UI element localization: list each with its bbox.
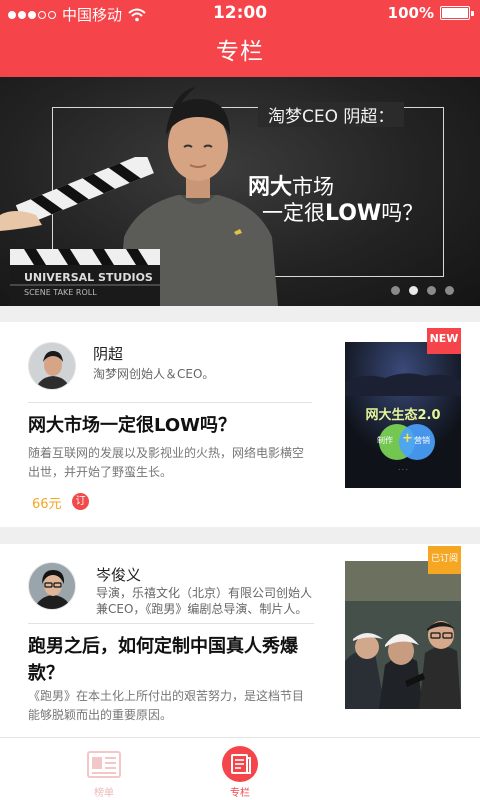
article-description: 随着互联网的发展以及影视业的火热，网络电影横空出世，并开始了野蛮生长。: [28, 446, 305, 479]
carousel-dot-active[interactable]: [409, 286, 418, 295]
author-name[interactable]: 岑俊义: [96, 564, 141, 585]
banner-overline: 淘梦CEO 阴超：: [258, 102, 405, 127]
divider: [28, 623, 314, 624]
carousel-dot[interactable]: [445, 286, 454, 295]
author-role: 导演，乐禧文化（北京）有限公司创始人兼CEO，《跑男》编剧总导演、制片人。: [96, 586, 313, 616]
thumbnail-label-right: 营销: [414, 436, 430, 445]
nav-bar: 专栏: [0, 28, 480, 77]
carousel-dot[interactable]: [391, 286, 400, 295]
article-description: 《跑男》在本土化上所付出的艰苦努力，是这档节目能够脱颖而出的重要原因。: [28, 689, 305, 722]
banner-carousel[interactable]: UNIVERSAL STUDIOS SCENE TAKE ROLL 淘梦CEO …: [0, 77, 480, 306]
thumbnail-label-left: 制作: [377, 436, 393, 445]
bottom-tab-bar: 榜单 专栏: [0, 737, 480, 800]
battery-icon: [440, 6, 474, 20]
status-bar: 中国移动 12:00 100%: [0, 0, 480, 28]
svg-text:UNIVERSAL STUDIOS: UNIVERSAL STUDIOS: [24, 271, 153, 284]
banner-headline-line2: 一定很LOW吗？: [262, 201, 424, 226]
author-name[interactable]: 阴超: [93, 343, 123, 364]
page-title: 专栏: [216, 39, 264, 65]
article-thumbnail[interactable]: [345, 561, 461, 709]
column-icon: [222, 746, 258, 782]
thumbnail-plus: +: [402, 431, 413, 446]
tab-ranking-label: 榜单: [94, 788, 114, 799]
svg-text:· · ·: · · ·: [398, 467, 408, 474]
clapperboard-image: UNIVERSAL STUDIOS SCENE TAKE ROLL: [0, 157, 160, 306]
carousel-dot[interactable]: [427, 286, 436, 295]
article-title[interactable]: 网大市场一定很LOW吗？: [28, 412, 318, 439]
svg-text:SCENE TAKE ROLL: SCENE TAKE ROLL: [24, 288, 97, 297]
article-title[interactable]: 跑男之后，如何定制中国真人秀爆款？: [28, 633, 328, 687]
tab-column-label: 专栏: [230, 788, 250, 799]
tab-ranking[interactable]: 榜单: [64, 738, 144, 800]
divider: [28, 402, 312, 403]
ranking-icon: [87, 751, 121, 778]
subscribed-ribbon: 已订阅: [428, 546, 461, 574]
article-thumbnail[interactable]: · · · 网大生态2.0 制作 + 营销: [345, 342, 461, 488]
battery-percentage: 100%: [387, 4, 434, 22]
article-card[interactable]: 阴超 淘梦网创始人＆CEO。 网大市场一定很LOW吗？ 随着互联网的发展以及影视…: [0, 322, 480, 527]
thumbnail-title: 网大生态2.0: [365, 408, 441, 423]
carousel-page-indicator[interactable]: [391, 286, 454, 295]
tab-column[interactable]: 专栏: [200, 738, 280, 800]
author-avatar[interactable]: [28, 562, 76, 610]
author-role: 淘梦网创始人＆CEO。: [93, 367, 215, 381]
new-ribbon: NEW: [427, 328, 461, 354]
author-avatar[interactable]: [28, 342, 76, 390]
article-card[interactable]: 岑俊义 导演，乐禧文化（北京）有限公司创始人兼CEO，《跑男》编剧总导演、制片人…: [0, 544, 480, 737]
subscribe-badge[interactable]: 订: [72, 493, 89, 510]
article-price: 66元: [32, 497, 62, 512]
